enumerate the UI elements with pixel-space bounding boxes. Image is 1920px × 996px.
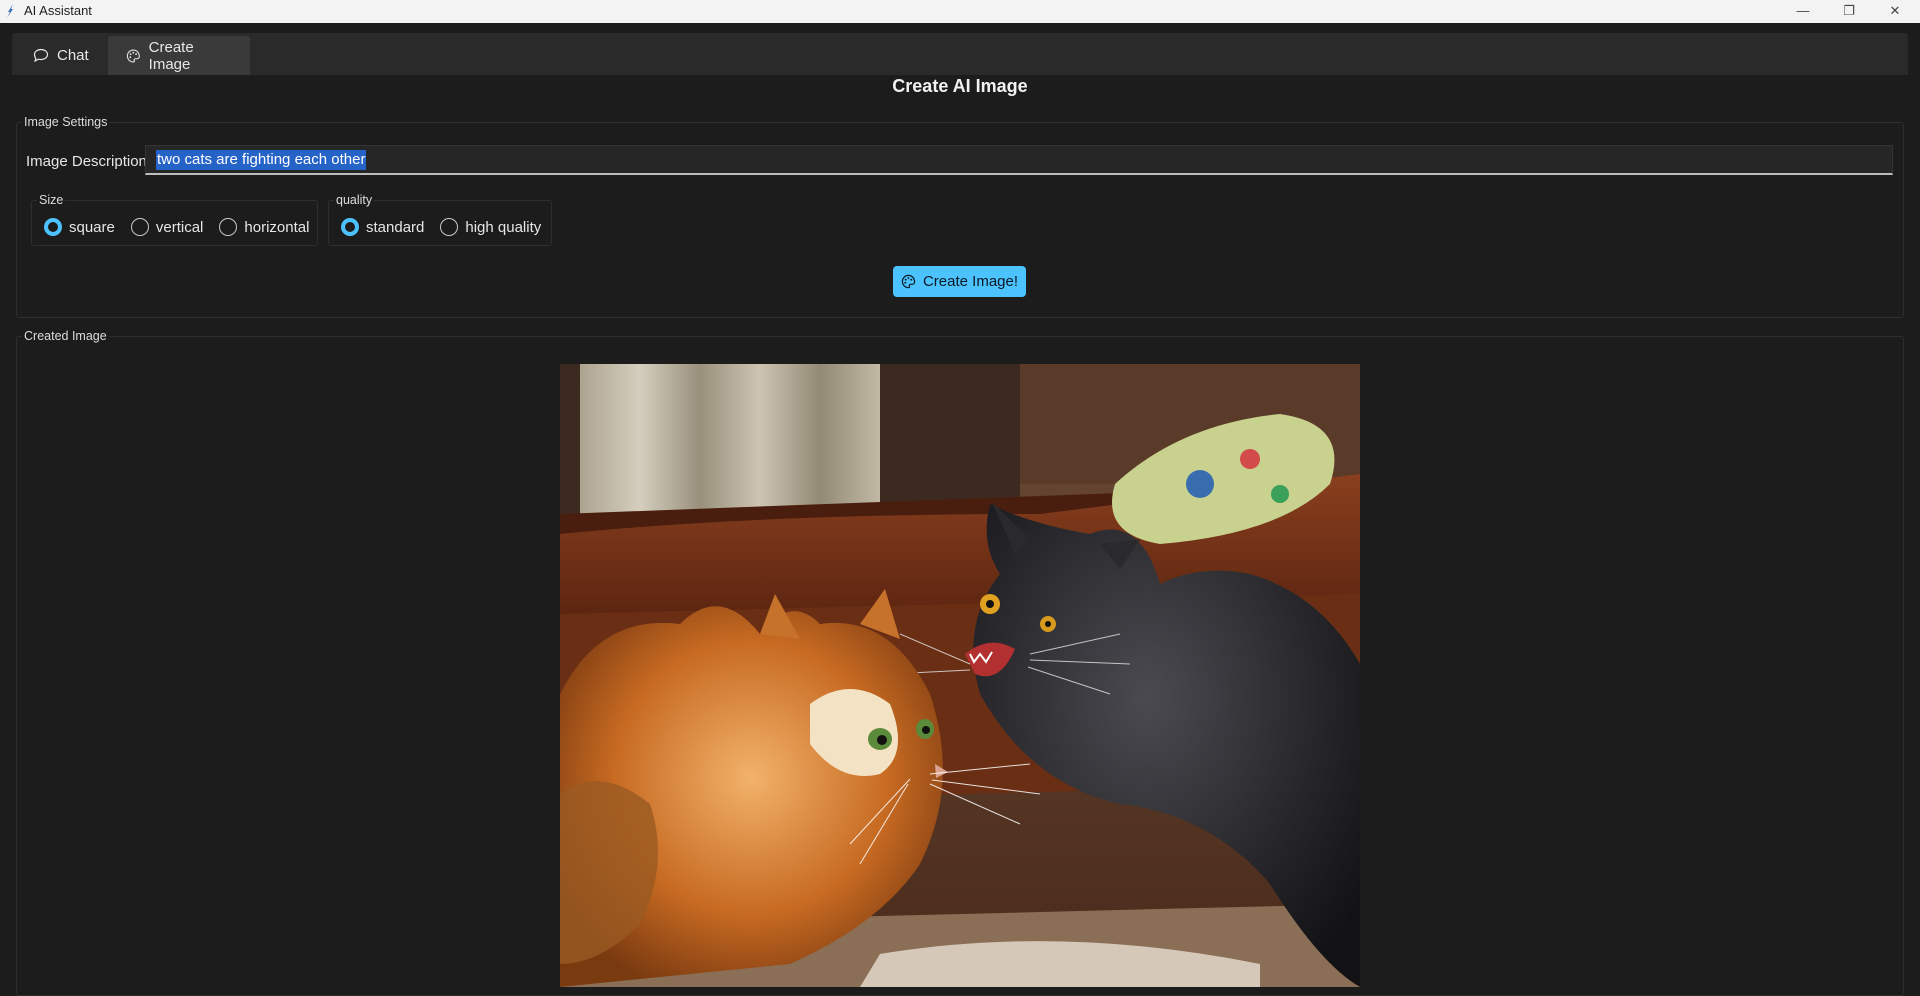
minimize-button[interactable]: — xyxy=(1780,0,1826,23)
page-title: Create AI Image xyxy=(892,76,1028,96)
tab-chat[interactable]: Chat xyxy=(15,36,109,75)
generated-image-cats-fighting xyxy=(560,364,1360,987)
window-title: AI Assistant xyxy=(24,3,92,18)
create-image-button[interactable]: Create Image! xyxy=(893,266,1026,297)
size-option-horizontal[interactable]: horizontal xyxy=(219,218,309,236)
image-description-value: two cats are fighting each other xyxy=(156,149,367,170)
tab-create-image-label: Create Image xyxy=(148,38,194,73)
radio-selected-icon xyxy=(341,218,359,236)
radio-selected-icon xyxy=(44,218,62,236)
radio-unselected-icon xyxy=(440,218,459,236)
image-settings-label: Image Settings xyxy=(22,115,110,129)
quality-option-standard[interactable]: standard xyxy=(341,218,424,236)
size-radio-group: square vertical horizontal xyxy=(44,218,325,236)
app-logo-icon xyxy=(7,4,13,18)
quality-radio-group: standard high quality xyxy=(341,218,557,236)
maximize-button[interactable]: ❐ xyxy=(1826,0,1872,23)
generated-image xyxy=(560,364,1360,987)
radio-unselected-icon xyxy=(219,218,238,236)
quality-group-label: quality xyxy=(334,193,375,207)
chat-bubble-icon xyxy=(33,48,49,63)
image-description-input[interactable]: two cats are fighting each other xyxy=(145,145,1893,175)
size-option-vertical[interactable]: vertical xyxy=(130,218,203,236)
palette-icon xyxy=(126,48,140,63)
radio-unselected-icon xyxy=(130,218,149,236)
quality-option-high[interactable]: high quality xyxy=(440,218,541,236)
close-button[interactable]: ✕ xyxy=(1872,0,1918,23)
image-description-label: Image Description: xyxy=(26,153,152,170)
create-image-button-label: Create Image! xyxy=(922,273,1019,290)
tab-strip: Chat Create Image xyxy=(0,23,1920,75)
tab-bar: Chat Create Image xyxy=(12,33,1908,75)
created-image-label: Created Image xyxy=(22,329,109,343)
size-group-label: Size xyxy=(37,193,66,207)
tab-create-image[interactable]: Create Image xyxy=(108,36,250,75)
palette-icon xyxy=(901,274,916,289)
window-titlebar: AI Assistant — ❐ ✕ xyxy=(0,0,1920,23)
size-option-square[interactable]: square xyxy=(44,218,115,236)
tab-chat-label: Chat xyxy=(57,47,89,64)
